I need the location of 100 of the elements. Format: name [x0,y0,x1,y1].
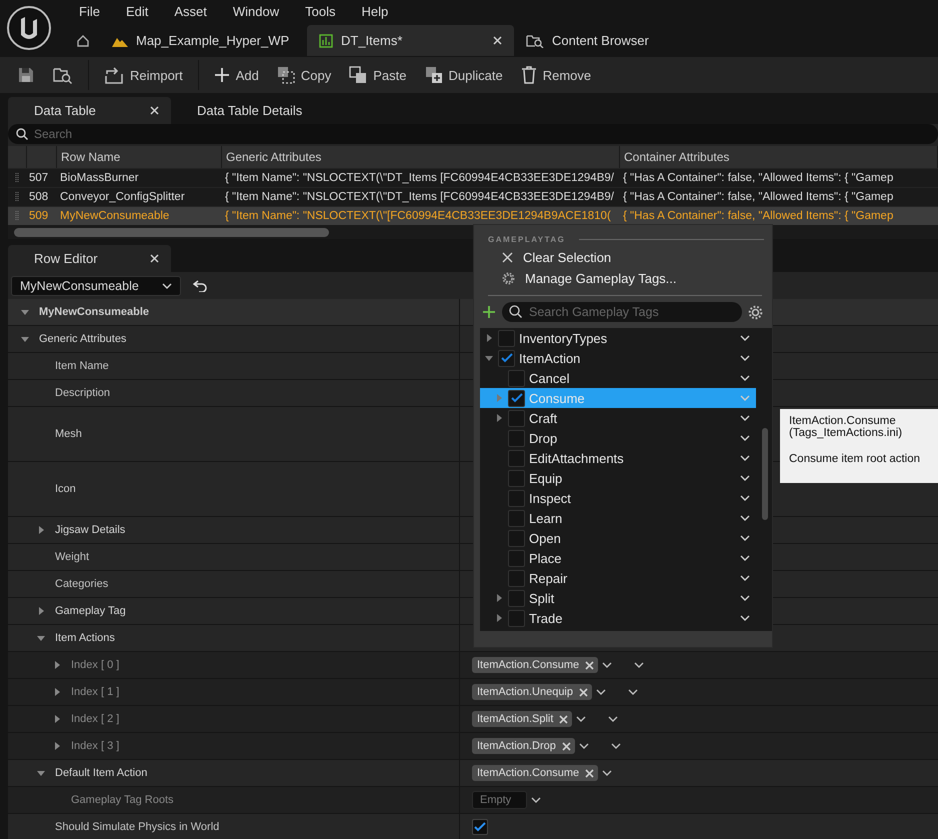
tag-field[interactable]: Empty [472,791,527,809]
checkbox[interactable] [508,450,525,466]
tag-chip[interactable]: ItemAction.Drop [472,738,575,754]
logo-icon[interactable] [6,5,52,51]
checkbox[interactable] [508,550,525,566]
menu-item[interactable]: File [66,4,113,18]
checkbox[interactable] [508,510,525,526]
remove-icon[interactable] [559,714,568,724]
scrollbar-thumb[interactable] [14,228,329,236]
tag-chip[interactable]: ItemAction.Unequip [472,684,592,700]
grip-icon[interactable] [15,210,19,222]
grip-icon[interactable] [15,191,19,203]
checkbox[interactable] [508,390,525,406]
expander-icon[interactable] [52,660,62,670]
tag-row[interactable]: Place [480,548,756,568]
checkbox[interactable] [498,350,515,366]
table-row[interactable]: 509 MyNewConsumeable { "Item Name": "NSLOCTEXT(\"[FC60994E4CB33EE3DE1294B9ACE1810( { "Has A Container": false, "Allowed Items": { "Gamep [8,206,938,225]
panel-tab[interactable]: Data Table Details [171,97,334,124]
menu-item[interactable]: Edit [112,4,162,18]
tag-row[interactable]: ItemAction [480,348,756,368]
expander-icon[interactable] [494,413,504,423]
chevron-icon[interactable] [740,355,750,361]
toolbar-button[interactable]: Remove [512,62,600,88]
panel-tab[interactable]: Data Table [8,97,171,124]
tag-row[interactable]: Learn [480,508,756,528]
expander-icon[interactable] [494,593,504,603]
expander-icon[interactable] [52,714,62,724]
expander-icon[interactable] [52,687,62,697]
tag-row[interactable]: Drop [480,428,756,448]
tag-row[interactable]: Craft [480,408,756,428]
toolbar-button[interactable]: Reimport [95,62,192,88]
table-row[interactable]: 508 Conveyor_ConfigSplitter { "Item Name": "NSLOCTEXT(\"DT_Items [FC60994E4CB33EE3DE1294B9/ { "Has A Container": false, "Allowed Items": { "Gamep [8,187,938,206]
checkbox[interactable] [508,570,525,586]
close-icon[interactable] [493,36,502,45]
tag-row[interactable]: Open [480,528,756,548]
toolbar-button[interactable]: Copy [268,62,340,88]
checkbox[interactable] [508,370,525,386]
chevron-icon[interactable] [740,455,750,461]
document-tab[interactable]: DT_Items* [307,25,514,56]
chevron-icon[interactable] [740,535,750,541]
tag-chip[interactable]: ItemAction.Consume [472,765,598,781]
expander-icon[interactable] [494,613,504,623]
chevron-icon[interactable] [740,575,750,581]
chevron-icon[interactable] [602,770,612,776]
tag-row[interactable]: Cancel [480,368,756,388]
grip-icon[interactable] [15,172,19,184]
tag-row[interactable]: Repair [480,568,756,588]
toolbar-button[interactable]: Paste [340,62,416,88]
tag-row[interactable]: Inspect [480,488,756,508]
chevron-icon[interactable] [740,375,750,381]
search-field[interactable]: Search [8,124,938,144]
remove-icon[interactable] [562,742,571,750]
chevron-icon[interactable] [628,689,638,695]
toolbar-button[interactable]: Duplicate [416,62,512,88]
checkbox[interactable] [472,819,488,835]
chevron-icon[interactable] [740,495,750,501]
tag-row[interactable]: EditAttachments [480,448,756,468]
chevron-icon[interactable] [740,615,750,621]
tag-row[interactable]: Trade [480,608,756,628]
add-icon[interactable] [482,305,496,319]
chevron-icon[interactable] [740,335,750,341]
settings-icon[interactable] [748,304,763,320]
chevron-icon[interactable] [740,435,750,441]
chevron-icon[interactable] [740,515,750,521]
chevron-icon[interactable] [578,743,589,749]
checkbox[interactable] [508,410,525,426]
chevron-icon[interactable] [740,415,750,421]
toolbar-button[interactable]: Add [204,63,268,87]
expander-icon[interactable] [484,333,494,343]
chevron-icon[interactable] [608,716,618,722]
search-field[interactable]: Search Gameplay Tags [502,302,742,322]
expander-icon[interactable] [20,307,30,317]
document-tab[interactable]: Map_Example_Hyper_WP [100,25,307,56]
checkbox[interactable] [498,330,515,346]
menu-item[interactable]: Tools [292,4,348,18]
table-row[interactable]: 507 BioMassBurner { "Item Name": "NSLOCTEXT(\"DT_Items [FC60994E4CB33EE3DE1294B9/ { "Has A Container": false, "Allowed Items": { "Gamep [8,168,938,187]
tag-row[interactable]: InventoryTypes [480,328,756,348]
menu-item[interactable]: Help [348,4,402,18]
tag-chip[interactable]: ItemAction.Consume [472,657,598,673]
checkbox[interactable] [508,530,525,546]
chevron-icon[interactable] [531,797,541,803]
close-icon[interactable] [150,254,159,263]
remove-icon[interactable] [585,660,594,670]
scrollbar-thumb[interactable] [762,428,768,520]
tag-row[interactable]: Split [480,588,756,608]
expander-icon[interactable] [36,606,46,616]
expander-icon[interactable] [52,741,62,751]
expander-icon[interactable] [36,633,46,643]
chevron-icon[interactable] [602,662,612,668]
undo-icon[interactable] [193,280,207,292]
expander-icon[interactable] [20,334,30,344]
remove-icon[interactable] [585,768,594,778]
chevron-icon[interactable] [610,743,621,749]
expander-icon[interactable] [36,525,46,535]
chevron-icon[interactable] [740,555,750,561]
expander-icon[interactable] [36,768,46,778]
tag-chip[interactable]: ItemAction.Split [472,711,572,727]
menu-item[interactable]: Window [220,4,292,18]
chevron-icon[interactable] [634,662,644,668]
checkbox[interactable] [508,490,525,506]
